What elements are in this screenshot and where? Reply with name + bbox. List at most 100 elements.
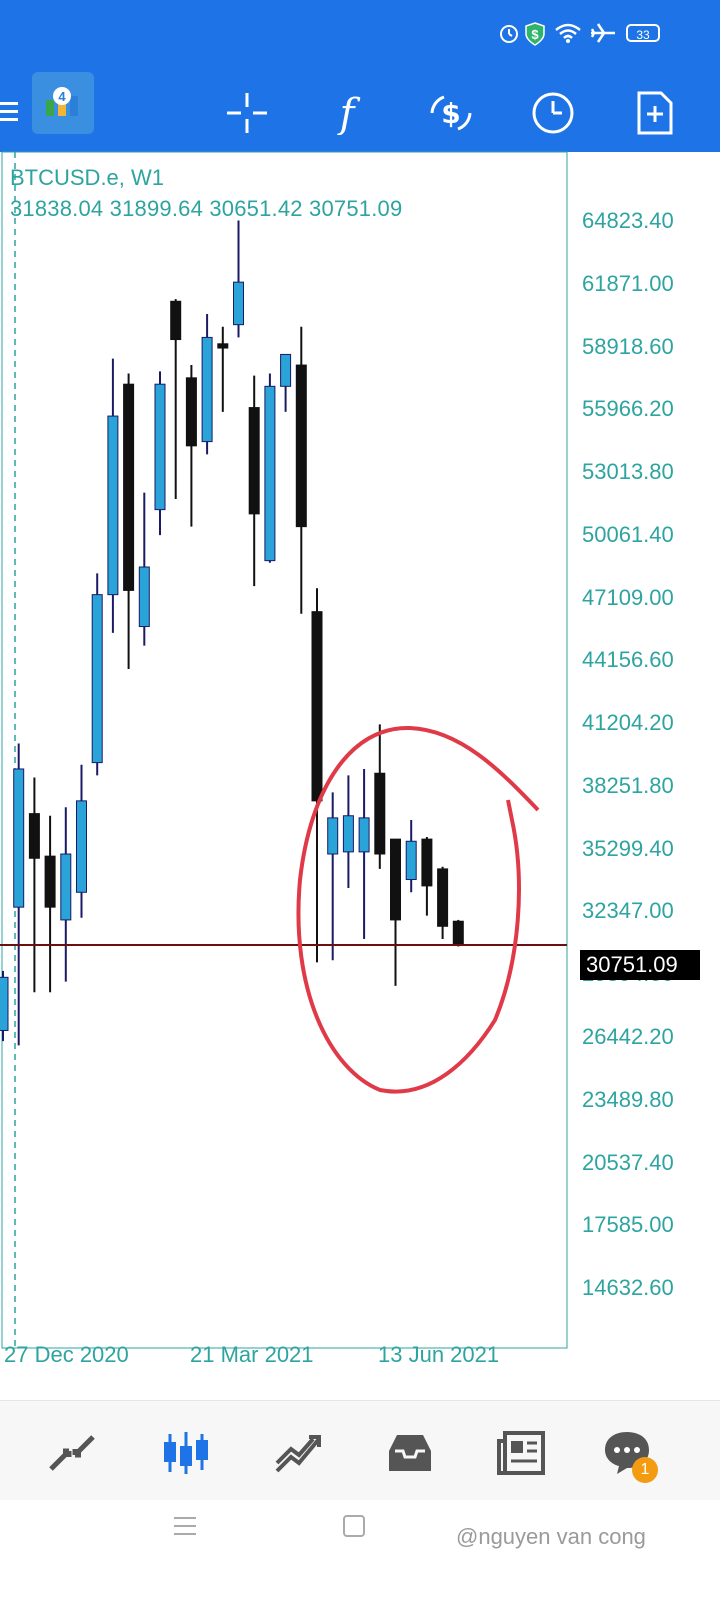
y-tick-label: 35299.40: [582, 836, 674, 861]
y-tick-label: 47109.00: [582, 585, 674, 610]
candle: [342, 775, 354, 889]
candle-body-bull: [91, 594, 103, 764]
watermark-text: @nguyen van cong: [456, 1524, 646, 1549]
trade-icon: [275, 1435, 321, 1473]
candle: [421, 837, 433, 916]
nav-trade[interactable]: [268, 1423, 328, 1483]
y-tick-label: 26442.20: [582, 1024, 674, 1049]
candle: [390, 838, 401, 986]
candle-body-bear: [217, 343, 229, 349]
y-tick-label: 17585.00: [582, 1212, 674, 1237]
y-tick-label: 20537.40: [582, 1150, 674, 1175]
candle-body-bull: [233, 281, 244, 326]
x-tick-label: 27 Dec 2020: [4, 1342, 129, 1367]
system-navigation-bar: [0, 1500, 720, 1600]
candle-body-bear: [28, 813, 40, 859]
nav-chart[interactable]: [156, 1423, 216, 1483]
nav-quotes[interactable]: [42, 1423, 102, 1483]
y-tick-label: 23489.80: [582, 1087, 674, 1112]
news-icon: [497, 1431, 545, 1475]
quotes-icon: [49, 1435, 95, 1471]
candle: [358, 768, 370, 940]
x-tick-label: 21 Mar 2021: [190, 1342, 314, 1367]
candle-body-bear: [123, 383, 135, 591]
chart-frame: [1, 151, 568, 1349]
candle-body-bear: [311, 611, 323, 802]
candle-body-bull: [358, 817, 370, 853]
y-tick-label: 32347.00: [582, 898, 674, 923]
candle: [0, 970, 9, 1042]
candle: [405, 819, 417, 893]
candle: [60, 807, 72, 982]
candle-body-bull: [264, 385, 276, 562]
candle: [233, 220, 244, 338]
candle: [374, 724, 386, 869]
y-tick-label: 58918.60: [582, 334, 674, 359]
candle: [28, 777, 40, 993]
candle-body-bear: [390, 838, 401, 921]
candle: [280, 353, 292, 412]
nav-news[interactable]: [492, 1423, 552, 1483]
symbol-timeframe-label: BTCUSD.e, W1: [10, 165, 165, 190]
candle: [311, 588, 323, 963]
candle: [123, 373, 135, 670]
y-tick-label: 14632.60: [582, 1275, 674, 1300]
y-tick-label: 61871.00: [582, 271, 674, 296]
candle-body-bear: [44, 855, 56, 908]
candle: [248, 375, 260, 587]
y-tick-label: 50061.40: [582, 522, 674, 547]
candle-body-bull: [201, 336, 213, 443]
candle: [295, 326, 307, 614]
candle: [452, 919, 464, 947]
candle-body-bull: [76, 800, 87, 893]
candle: [154, 371, 166, 536]
candle-body-bear: [295, 364, 307, 528]
candle-body-bear: [248, 407, 260, 515]
chart-icon: [164, 1432, 208, 1474]
candle-body-bull: [327, 817, 339, 855]
candle-body-bull: [60, 853, 72, 921]
bottom-navigation: 1: [0, 1400, 720, 1501]
y-tick-label: 38251.80: [582, 773, 674, 798]
candle-body-bull: [342, 815, 354, 853]
candle-body-bull: [107, 415, 119, 596]
candle: [107, 358, 119, 633]
candle: [264, 373, 276, 563]
history-icon: [389, 1435, 431, 1471]
y-tick-label: 41204.20: [582, 710, 674, 735]
candle: [185, 365, 197, 527]
candle: [437, 866, 449, 940]
candle-body-bull: [0, 976, 9, 1031]
candle: [170, 299, 182, 499]
nav-messages[interactable]: 1: [598, 1423, 658, 1483]
messages-badge: 1: [632, 1457, 658, 1483]
candle: [76, 764, 87, 918]
recents-icon[interactable]: [172, 1514, 198, 1538]
y-tick-label: 53013.80: [582, 459, 674, 484]
candle-body-bull: [13, 768, 25, 908]
candle: [217, 326, 229, 412]
candle-body-bear: [437, 868, 449, 927]
x-tick-label: 13 Jun 2021: [378, 1342, 500, 1367]
y-tick-label: 64823.40: [582, 208, 674, 233]
candle: [327, 792, 339, 961]
home-icon[interactable]: [342, 1514, 366, 1538]
nav-history[interactable]: [380, 1423, 440, 1483]
candle-body-bear: [185, 377, 197, 447]
circle-annotation: [296, 725, 540, 1094]
candle: [44, 815, 56, 993]
y-tick-label: 55966.20: [582, 396, 674, 421]
candle-body-bear: [421, 838, 433, 887]
candle-body-bull: [154, 383, 166, 511]
candle: [201, 314, 213, 455]
ohlc-readout: 31838.04 31899.64 30651.42 30751.09: [10, 196, 403, 221]
candle: [138, 492, 150, 646]
y-tick-label: 44156.60: [582, 647, 674, 672]
candle-body-bear: [170, 300, 182, 341]
candle: [91, 573, 103, 776]
candle-body-bull: [405, 840, 417, 881]
current-price-tag: 30751.09: [580, 950, 700, 980]
candle-body-bull: [280, 353, 292, 387]
candle-body-bear: [374, 772, 386, 855]
candle-body-bull: [138, 566, 150, 628]
